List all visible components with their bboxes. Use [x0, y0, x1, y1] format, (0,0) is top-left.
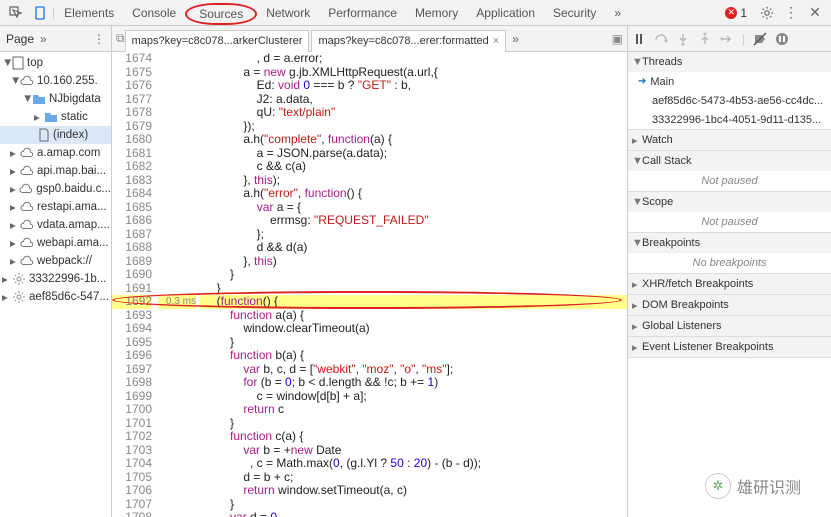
callstack-header[interactable]: ▼Call Stack	[628, 151, 831, 171]
tree-nj[interactable]: NJbigdata	[49, 93, 101, 105]
breakpoints-body: No breakpoints	[628, 253, 831, 273]
watermark: ✲ 雄研识测	[705, 473, 801, 499]
thread-2[interactable]: 33322996-1bc4-4051-9d11-d135...	[628, 110, 831, 129]
tab-console[interactable]: Console	[123, 0, 185, 26]
scope-body: Not paused	[628, 212, 831, 232]
deactivate-bp-icon[interactable]	[753, 32, 767, 46]
tree-gsp[interactable]: gsp0.baidu.c...	[36, 183, 111, 195]
thread-1[interactable]: aef85d6c-5473-4b53-ae56-cc4dc...	[628, 91, 831, 110]
tree-apimap[interactable]: api.map.bai...	[37, 165, 106, 177]
tab-memory[interactable]: Memory	[406, 0, 467, 26]
page-more[interactable]: »	[40, 32, 47, 46]
code-source[interactable]: , d = a.error; a = new g.jb.XMLHttpReque…	[200, 52, 627, 517]
event-bp-header[interactable]: ▸Event Listener Breakpoints	[628, 337, 831, 357]
file-tree[interactable]: ▼top ▼10.160.255. ▼NJbigdata ▸static (in…	[0, 52, 112, 517]
tree-worker2[interactable]: aef85d6c-547...	[29, 291, 109, 303]
xhr-bp-header[interactable]: ▸XHR/fetch Breakpoints	[628, 274, 831, 294]
tree-index[interactable]: (index)	[53, 129, 88, 141]
tree-amap[interactable]: a.amap.com	[37, 147, 100, 159]
inspect-icon[interactable]	[8, 5, 24, 21]
file-tab-1[interactable]: maps?key=c8c078...arkerClusterer	[125, 30, 310, 52]
breakpoints-header[interactable]: ▼Breakpoints	[628, 233, 831, 253]
page-menu[interactable]: ⋮	[93, 32, 105, 46]
tree-worker1[interactable]: 33322996-1b...	[29, 273, 106, 285]
kebab-icon[interactable]: ⋮	[783, 5, 799, 21]
tabs-more[interactable]: »	[605, 0, 630, 26]
tree-webapi[interactable]: webapi.ama...	[37, 237, 109, 249]
debugger-pane: ▼Threads Main aef85d6c-5473-4b53-ae56-cc…	[627, 52, 831, 517]
page-label[interactable]: Page	[6, 32, 34, 46]
tree-ip[interactable]: 10.160.255.	[37, 75, 98, 87]
device-icon[interactable]	[32, 5, 48, 21]
dom-bp-header[interactable]: ▸DOM Breakpoints	[628, 295, 831, 315]
step-out-icon[interactable]	[698, 32, 712, 46]
code-editor[interactable]: 1674167516761677167816791680168116821683…	[112, 52, 627, 517]
tree-vdata[interactable]: vdata.amap....	[37, 219, 110, 231]
global-listeners-header[interactable]: ▸Global Listeners	[628, 316, 831, 336]
nav-left-icon[interactable]: ⧉	[116, 31, 125, 46]
wechat-icon: ✲	[705, 473, 731, 499]
tree-static[interactable]: static	[61, 111, 88, 123]
tab-network[interactable]: Network	[257, 0, 319, 26]
nav-right-icon[interactable]: ▣	[612, 32, 623, 46]
tab-application[interactable]: Application	[467, 0, 544, 26]
file-tab-2-label: maps?key=c8c078...erer:formatted	[318, 35, 488, 47]
callstack-body: Not paused	[628, 171, 831, 191]
tab-security[interactable]: Security	[544, 0, 605, 26]
close-icon[interactable]: ×	[493, 35, 499, 47]
pause-exceptions-icon[interactable]	[775, 32, 789, 46]
tree-webpack[interactable]: webpack://	[37, 255, 92, 267]
file-tab-2[interactable]: maps?key=c8c078...erer:formatted ×	[311, 30, 506, 52]
tab-sources[interactable]: Sources	[185, 3, 257, 25]
error-count: 1	[740, 6, 747, 20]
step-into-icon[interactable]	[676, 32, 690, 46]
timing-gutter: 0.3 ms	[158, 52, 200, 517]
tree-restapi[interactable]: restapi.ama...	[37, 201, 107, 213]
step-over-icon[interactable]	[654, 32, 668, 46]
pause-icon[interactable]	[632, 32, 646, 46]
error-indicator[interactable]: ✕1	[725, 6, 747, 20]
tree-top[interactable]: top	[27, 57, 43, 69]
tab-performance[interactable]: Performance	[319, 0, 406, 26]
line-gutter: 1674167516761677167816791680168116821683…	[112, 52, 158, 517]
file-tab-1-label: maps?key=c8c078...arkerClusterer	[132, 35, 303, 47]
tab-elements[interactable]: Elements	[55, 0, 123, 26]
threads-header[interactable]: ▼Threads	[628, 52, 831, 72]
settings-icon[interactable]	[759, 5, 775, 21]
watch-header[interactable]: ▸Watch	[628, 130, 831, 150]
file-tabs-more[interactable]: »	[512, 32, 519, 46]
thread-main[interactable]: Main	[628, 72, 831, 91]
scope-header[interactable]: ▼Scope	[628, 192, 831, 212]
step-icon[interactable]	[720, 32, 734, 46]
watermark-text: 雄研识测	[737, 474, 801, 498]
close-devtools-icon[interactable]: ✕	[807, 5, 823, 21]
